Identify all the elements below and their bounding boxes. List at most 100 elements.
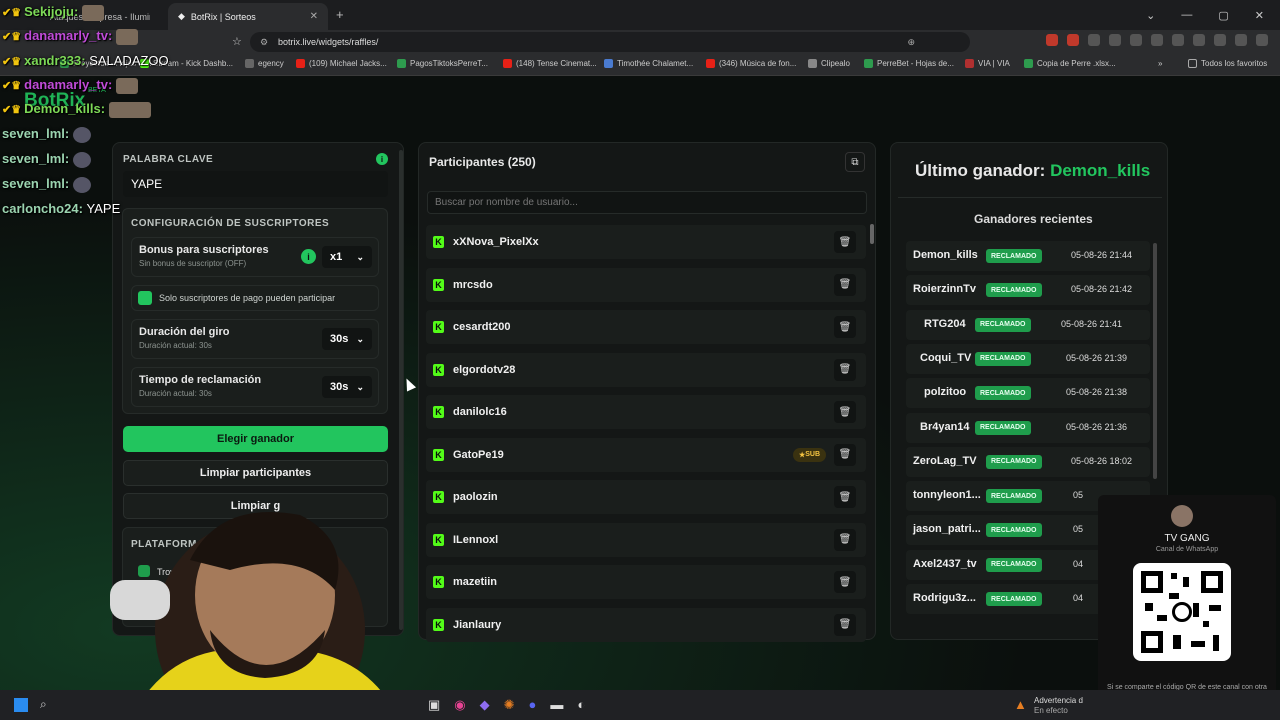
participant-row[interactable]: Kcesardt200 🗑	[426, 310, 866, 344]
ext-icon[interactable]	[1172, 34, 1184, 46]
participant-row[interactable]: Kmazetiin 🗑	[426, 565, 866, 599]
winner-date: 04	[1073, 593, 1084, 603]
bookmark-item[interactable]: egency	[245, 59, 284, 68]
bookmark-item[interactable]: Clipealo	[808, 59, 850, 68]
app-icon[interactable]: ✺	[504, 697, 515, 713]
trash-icon[interactable]: 🗑	[834, 571, 856, 593]
participant-name: elgordotv28	[453, 363, 516, 376]
ext-icon[interactable]	[1088, 34, 1100, 46]
winner-date: 05	[1073, 524, 1084, 535]
bookmarks-overflow-icon[interactable]: »	[1158, 59, 1162, 68]
info-icon[interactable]: i	[376, 153, 388, 165]
participant-row[interactable]: K Jianlaury 🗑	[426, 607, 866, 642]
winner-name: Rodrigu3z...	[913, 592, 976, 604]
url-bar[interactable]: botrix.live/widgets/raffles/ ⚙ ⊕	[250, 32, 970, 52]
bookmark-item[interactable]: (109) Michael Jacks...	[296, 59, 387, 68]
new-tab-button[interactable]: +	[336, 7, 344, 22]
participant-row[interactable]: Kpaolozin 🗑	[426, 480, 866, 514]
trash-icon[interactable]: 🗑	[834, 613, 856, 636]
bonus-value: x1	[330, 251, 343, 263]
participant-row[interactable]: Kdanilolc16 🗑	[426, 395, 866, 429]
bookmark-item[interactable]: VIA | VIA	[965, 59, 1010, 68]
chat-username: Sekijoju:	[24, 4, 79, 19]
winner-row: polzitoo RECLAMADO 05-08-26 21:38	[906, 378, 1150, 409]
participants-scrollbar[interactable]	[870, 224, 874, 244]
ext-icon[interactable]	[1109, 34, 1121, 46]
bookmark-item[interactable]: (346) Música de fon...	[706, 59, 796, 68]
ext-icon[interactable]	[1130, 34, 1142, 46]
trash-icon[interactable]: 🗑	[834, 443, 856, 466]
close-tab-icon[interactable]: ✕	[310, 11, 318, 22]
bookmarks-bar: Proyectos - Hojas de... Stream - Kick Da…	[0, 54, 1280, 76]
discord-icon[interactable]: ●	[529, 697, 537, 713]
ext-icon[interactable]	[1235, 34, 1247, 46]
winner-row: ZeroLag_TV RECLAMADO 05-08-26 18:02	[906, 446, 1150, 477]
ext-icon[interactable]	[1151, 34, 1163, 46]
trash-icon[interactable]: 🗑	[834, 528, 856, 551]
extensions-bar	[1046, 34, 1268, 50]
app-icon[interactable]: ▣	[428, 697, 440, 713]
participant-row[interactable]: K GatoPe19 ★ SUB 🗑	[426, 437, 866, 472]
chevron-down-icon: ⌄	[356, 251, 364, 262]
minimize-button[interactable]: —	[1181, 9, 1192, 21]
participant-row[interactable]: KxXNova_PixelXx 🗑	[426, 225, 866, 259]
trash-icon[interactable]: 🗑	[834, 231, 856, 253]
spin-select[interactable]: 30s ⌄	[322, 328, 372, 350]
claim-select[interactable]: 30s ⌄	[322, 376, 372, 398]
site-info-icon[interactable]: ⚙	[260, 37, 268, 48]
copy-icon[interactable]: ⧉	[845, 152, 865, 172]
winner-name: Br4yan14	[920, 420, 970, 433]
participant-row[interactable]: Kelgordotv28 🗑	[426, 352, 866, 387]
bonus-select[interactable]: x1 ⌄	[322, 246, 372, 268]
trash-icon[interactable]: 🗑	[834, 358, 856, 381]
trash-icon[interactable]: 🗑	[834, 316, 856, 338]
taskbar-warning[interactable]: Advertencia d En efecto	[1034, 696, 1083, 716]
bookmark-item[interactable]: PagosTiktoksPerreT...	[397, 59, 488, 68]
pick-winner-button[interactable]: Elegir ganador	[123, 426, 388, 452]
menu-icon[interactable]	[1256, 34, 1268, 46]
warning-icon[interactable]: ▲	[1014, 697, 1027, 712]
channel-avatar	[1171, 505, 1193, 527]
close-window-button[interactable]: ✕	[1255, 9, 1264, 22]
bookmark-item[interactable]: Copia de Perre .xlsx...	[1024, 59, 1116, 68]
bookmark-star-icon[interactable]: ☆	[232, 35, 242, 48]
ext-icon[interactable]	[1067, 34, 1079, 46]
paid-only-checkbox[interactable]	[138, 291, 152, 305]
maximize-button[interactable]: ▢	[1218, 9, 1228, 22]
trash-icon[interactable]: 🗑	[834, 401, 856, 423]
claimed-badge: RECLAMADO	[986, 489, 1042, 504]
winner-date: 05-08-26 21:42	[1071, 284, 1133, 295]
bonus-sub: Sin bonus de suscriptor (OFF)	[139, 259, 247, 268]
chat-message: seven_lml:	[2, 151, 91, 168]
all-favorites[interactable]: Todos los favoritos	[1188, 59, 1267, 68]
badge-icon: ✔♛	[2, 7, 25, 19]
keyword-input[interactable]: YAPE	[123, 171, 388, 197]
winners-scrollbar[interactable]	[1153, 243, 1157, 479]
winner-row: RTG204 RECLAMADO 05-08-26 21:41	[906, 309, 1150, 340]
clear-participants-button[interactable]: Limpiar participantes	[123, 460, 388, 486]
bookmark-item[interactable]: PerreBet - Hojas de...	[864, 59, 954, 68]
app-icon[interactable]: ▬	[550, 697, 563, 713]
app-icon[interactable]: ◐	[577, 697, 585, 713]
tab-label: BotRix | Sorteos	[190, 11, 256, 22]
tab-botrix[interactable]: ◆ BotRix | Sorteos ✕	[168, 3, 328, 30]
participant-row[interactable]: K ILennoxl 🗑	[426, 522, 866, 557]
search-icon[interactable]: ⌕	[40, 697, 47, 712]
app-icon[interactable]: ◉	[454, 697, 465, 713]
zoom-icon[interactable]: ⊕	[907, 37, 915, 48]
ext-icon[interactable]	[1214, 34, 1226, 46]
bookmark-item[interactable]: Timothée Chalamet...	[604, 59, 693, 68]
ext-icon[interactable]	[1046, 34, 1058, 46]
info-icon[interactable]: i	[301, 249, 316, 264]
tab-search-icon[interactable]: ⌄	[1146, 9, 1155, 22]
chat-text: YAPE	[86, 201, 121, 216]
trash-icon[interactable]: 🗑	[834, 486, 856, 508]
participant-row[interactable]: Kmrcsdo 🗑	[426, 267, 866, 302]
bookmark-item[interactable]: (148) Tense Cinemat...	[503, 59, 597, 68]
app-icon[interactable]: ◆	[480, 697, 490, 713]
windows-start-icon[interactable]	[14, 698, 28, 712]
participant-search-input[interactable]	[427, 191, 867, 214]
winner-name: jason_patri...	[913, 523, 981, 536]
ext-icon[interactable]	[1193, 34, 1205, 46]
trash-icon[interactable]: 🗑	[834, 273, 856, 296]
